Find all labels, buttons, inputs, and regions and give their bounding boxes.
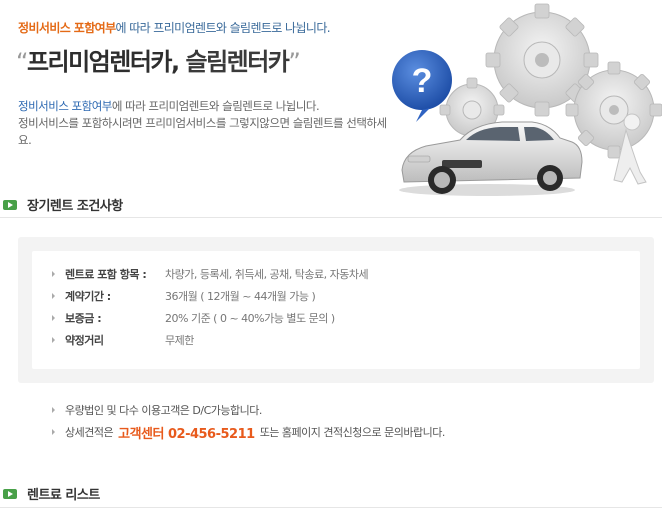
section-arrow-icon xyxy=(3,488,17,499)
condition-label: 렌트료 포함 항목 : xyxy=(65,268,147,281)
bullet-arrow-icon xyxy=(52,293,55,299)
desc-line2: 정비서비스를 포함하시려면 프리미엄서비스를 그렇지않으면 슬림렌트를 선택하세… xyxy=(18,116,387,147)
condition-label: 약정거리 xyxy=(65,334,104,347)
note-contact-suffix: 또는 홈페이지 견적신청으로 문의바랍니다. xyxy=(259,426,446,439)
condition-label: 보증금 : xyxy=(65,312,102,325)
condition-value: 무제한 xyxy=(165,334,194,347)
condition-value: 차량가, 등록세, 취득세, 공채, 탁송료, 자동차세 xyxy=(165,268,369,281)
section-divider xyxy=(0,217,662,218)
hero-title: “프리미엄렌터카, 슬림렌터카” xyxy=(16,42,301,77)
bullet-arrow-icon xyxy=(52,315,55,321)
title-slim: 슬림렌터카 xyxy=(185,48,289,76)
section-header-conditions: 장기렌트 조건사항 xyxy=(3,195,123,214)
hero-subtitle: 정비서비스 포함여부에 따라 프리미엄렌트와 슬림렌트로 나뉩니다. xyxy=(18,19,331,36)
section-title: 렌트료 리스트 xyxy=(27,488,100,503)
hero-illustration: ? xyxy=(392,3,662,196)
note-contact-prefix: 상세견적은 xyxy=(65,426,114,439)
car-image xyxy=(399,121,583,196)
title-open-quote: “ xyxy=(16,48,28,76)
note-discount-text: 우량법인 및 다수 이용고객은 D/C가능합니다. xyxy=(65,404,262,417)
condition-row: 약정거리 무제한 xyxy=(52,330,194,350)
svg-text:?: ? xyxy=(412,62,433,100)
condition-row: 렌트료 포함 항목 : 차량가, 등록세, 취득세, 공채, 탁송료, 자동차세 xyxy=(52,264,369,284)
hero-subtitle-highlight: 정비서비스 포함여부 xyxy=(18,21,116,35)
bullet-arrow-icon xyxy=(52,429,55,435)
section-divider xyxy=(0,507,662,508)
section-arrow-icon xyxy=(3,199,17,210)
desc-line1-rest: 에 따라 프리미엄렌트와 슬림렌트로 나뉩니다. xyxy=(111,99,320,113)
section-title: 장기렌트 조건사항 xyxy=(27,199,123,214)
hero-description: 정비서비스 포함여부에 따라 프리미엄렌트와 슬림렌트로 나뉩니다. 정비서비스… xyxy=(18,98,398,149)
hero-subtitle-rest: 에 따라 프리미엄렌트와 슬림렌트로 나뉩니다. xyxy=(115,21,331,35)
title-premium: 프리미엄렌터카 xyxy=(26,48,173,76)
customer-center-phone[interactable]: 고객센터 02-456-5211 xyxy=(118,423,255,442)
bullet-arrow-icon xyxy=(52,407,55,413)
section-header-rent-list: 렌트료 리스트 xyxy=(3,484,100,503)
condition-value: 20% 기준 ( 0 ~ 40%가능 별도 문의 ) xyxy=(165,312,335,325)
condition-value: 36개월 ( 12개월 ~ 44개월 가능 ) xyxy=(165,290,316,303)
note-contact: 상세견적은 고객센터 02-456-5211 또는 홈페이지 견적신청으로 문의… xyxy=(52,422,445,442)
note-discount: 우량법인 및 다수 이용고객은 D/C가능합니다. xyxy=(52,400,262,420)
condition-row: 계약기간 : 36개월 ( 12개월 ~ 44개월 가능 ) xyxy=(52,286,316,306)
title-close-quote: ” xyxy=(288,48,300,76)
bullet-arrow-icon xyxy=(52,337,55,343)
condition-label: 계약기간 : xyxy=(65,290,111,303)
condition-row: 보증금 : 20% 기준 ( 0 ~ 40%가능 별도 문의 ) xyxy=(52,308,335,328)
title-separator: , xyxy=(171,48,186,76)
bullet-arrow-icon xyxy=(52,271,55,277)
desc-line1-blue: 정비서비스 포함여부 xyxy=(18,99,112,113)
